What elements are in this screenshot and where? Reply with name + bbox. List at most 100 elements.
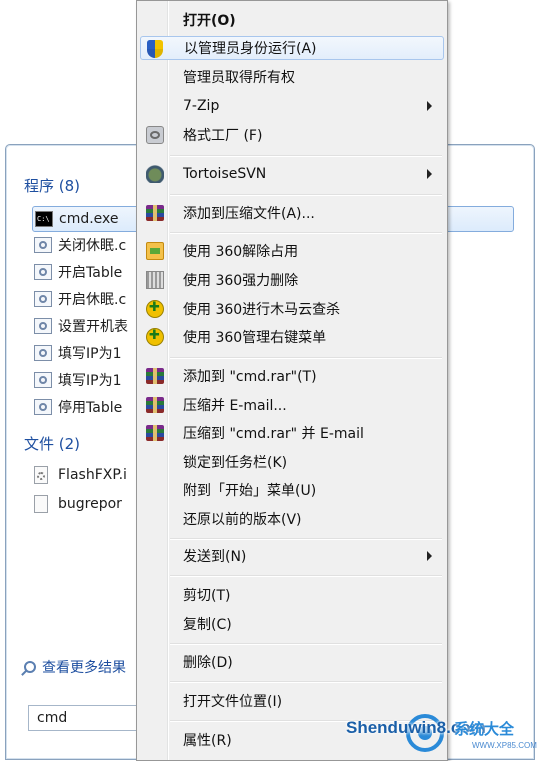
program-item[interactable]: 设置开机表 xyxy=(34,314,128,338)
menu-item-label: 发送到(N) xyxy=(183,549,247,565)
menu-item-compress-email[interactable]: 压缩并 E-mail... xyxy=(140,393,444,417)
submenu-arrow-icon xyxy=(427,551,432,561)
menu-item-label: 删除(D) xyxy=(183,655,233,671)
program-label: cmd.exe xyxy=(59,211,119,227)
menu-item-cut[interactable]: 剪切(T) xyxy=(140,583,444,607)
program-label: 开启Table xyxy=(58,265,123,281)
menu-item-run-as-admin[interactable]: 以管理员身份运行(A) xyxy=(140,36,444,60)
file-label: bugrepor xyxy=(58,496,122,512)
script-icon xyxy=(34,318,52,334)
menu-item-pin-start[interactable]: 附到「开始」菜单(U) xyxy=(140,478,444,502)
menu-item-open[interactable]: 打开(O) xyxy=(140,8,444,32)
context-menu: 打开(O) 以管理员身份运行(A) 管理员取得所有权 7-Zip 格式工厂 (F… xyxy=(136,0,448,761)
winrar-icon xyxy=(146,425,164,441)
trojan-scan-icon xyxy=(146,300,164,318)
winrar-icon xyxy=(146,205,164,221)
menu-item-label: 使用 360强力删除 xyxy=(183,273,299,289)
menu-item-label: 剪切(T) xyxy=(183,588,231,604)
see-more-results-link[interactable]: 查看更多结果 xyxy=(24,657,126,677)
file-item-bugreport[interactable]: bugrepor xyxy=(34,492,122,516)
script-icon xyxy=(34,291,52,307)
menu-item-label: 添加到 "cmd.rar"(T) xyxy=(183,369,317,385)
see-more-label: 查看更多结果 xyxy=(42,660,126,676)
script-icon xyxy=(34,345,52,361)
file-item-flashfxp[interactable]: FlashFXP.i xyxy=(34,463,127,487)
menu-item-label: 附到「开始」菜单(U) xyxy=(183,483,317,499)
menu-item-tortoisesvn[interactable]: TortoiseSVN xyxy=(140,162,444,186)
program-item[interactable]: 开启Table xyxy=(34,260,122,284)
program-item[interactable]: 开启休眠.c xyxy=(34,287,126,311)
menu-item-delete[interactable]: 删除(D) xyxy=(140,650,444,674)
menu-item-360-trojan-scan[interactable]: 使用 360进行木马云查杀 xyxy=(140,297,444,321)
menu-item-label: 打开文件位置(I) xyxy=(183,694,283,710)
unlock-icon xyxy=(146,242,164,260)
menu-item-restore-versions[interactable]: 还原以前的版本(V) xyxy=(140,507,444,531)
menu-item-label: 7-Zip xyxy=(183,98,220,114)
program-item[interactable]: 填写IP为1 xyxy=(34,368,121,392)
script-icon xyxy=(34,399,52,415)
trojan-scan-icon xyxy=(146,328,164,346)
menu-item-send-to[interactable]: 发送到(N) xyxy=(140,544,444,568)
uac-shield-icon xyxy=(147,40,163,58)
submenu-arrow-icon xyxy=(427,101,432,111)
program-label: 设置开机表 xyxy=(58,319,128,335)
watermark-url: WWW.XP85.COM xyxy=(472,741,537,750)
menu-item-label: 复制(C) xyxy=(183,617,232,633)
menu-separator xyxy=(170,232,442,234)
program-label: 填写IP为1 xyxy=(58,373,122,389)
watermark-cn-text: 系统大全 xyxy=(454,720,515,738)
menu-item-label: 管理员取得所有权 xyxy=(183,70,295,86)
search-icon xyxy=(24,661,36,673)
programs-header: 程序 (8) xyxy=(24,177,81,195)
menu-item-label: 使用 360管理右键菜单 xyxy=(183,330,327,346)
menu-item-copy[interactable]: 复制(C) xyxy=(140,612,444,636)
menu-separator xyxy=(170,357,442,359)
script-icon xyxy=(34,372,52,388)
menu-item-compress-cmd-rar-email[interactable]: 压缩到 "cmd.rar" 并 E-mail xyxy=(140,421,444,445)
program-item[interactable]: 停用Table xyxy=(34,395,122,419)
menu-item-add-to-cmd-rar[interactable]: 添加到 "cmd.rar"(T) xyxy=(140,364,444,388)
menu-separator xyxy=(170,155,442,157)
menu-item-label: 格式工厂 (F) xyxy=(183,128,263,144)
winrar-icon xyxy=(146,397,164,413)
menu-item-add-to-archive[interactable]: 添加到压缩文件(A)... xyxy=(140,201,444,225)
menu-item-open-file-location[interactable]: 打开文件位置(I) xyxy=(140,689,444,713)
menu-item-7zip[interactable]: 7-Zip xyxy=(140,94,444,118)
menu-item-take-ownership[interactable]: 管理员取得所有权 xyxy=(140,65,444,89)
menu-item-360-force-delete[interactable]: 使用 360强力删除 xyxy=(140,268,444,292)
menu-item-format-factory[interactable]: 格式工厂 (F) xyxy=(140,123,444,147)
program-label: 开启休眠.c xyxy=(58,292,127,308)
program-item[interactable]: 关闭休眠.c xyxy=(34,233,126,257)
menu-separator xyxy=(170,538,442,540)
program-label: 关闭休眠.c xyxy=(58,238,127,254)
site-watermark: Shenduwin8.com 系统大全 WWW.XP85.COM xyxy=(346,714,537,754)
program-item[interactable]: 填写IP为1 xyxy=(34,341,121,365)
menu-item-360-manage-menu[interactable]: 使用 360管理右键菜单 xyxy=(140,325,444,349)
menu-item-label: 使用 360进行木马云查杀 xyxy=(183,302,341,318)
menu-item-label: 使用 360解除占用 xyxy=(183,244,299,260)
menu-item-pin-taskbar[interactable]: 锁定到任务栏(K) xyxy=(140,450,444,474)
format-factory-icon xyxy=(146,126,164,144)
shredder-icon xyxy=(146,271,164,289)
menu-item-label: 以管理员身份运行(A) xyxy=(184,41,317,57)
winrar-icon xyxy=(146,368,164,384)
file-label: FlashFXP.i xyxy=(58,467,127,483)
menu-item-label: 添加到压缩文件(A)... xyxy=(183,206,315,222)
menu-separator xyxy=(170,643,442,645)
settings-file-icon xyxy=(34,466,48,484)
menu-item-label: 压缩到 "cmd.rar" 并 E-mail xyxy=(183,426,364,442)
cmd-icon: C:\ xyxy=(35,211,53,227)
tortoise-svn-icon xyxy=(146,165,164,183)
menu-item-360-unlock[interactable]: 使用 360解除占用 xyxy=(140,239,444,263)
menu-item-label: 还原以前的版本(V) xyxy=(183,512,302,528)
script-icon xyxy=(34,237,52,253)
menu-item-label: 压缩并 E-mail... xyxy=(183,398,287,414)
document-icon xyxy=(34,495,48,513)
menu-item-label: 锁定到任务栏(K) xyxy=(183,455,288,471)
program-label: 停用Table xyxy=(58,400,123,416)
menu-item-label: 属性(R) xyxy=(183,733,232,749)
menu-separator xyxy=(170,681,442,683)
script-icon xyxy=(34,264,52,280)
menu-item-label: 打开(O) xyxy=(183,13,236,29)
submenu-arrow-icon xyxy=(427,169,432,179)
